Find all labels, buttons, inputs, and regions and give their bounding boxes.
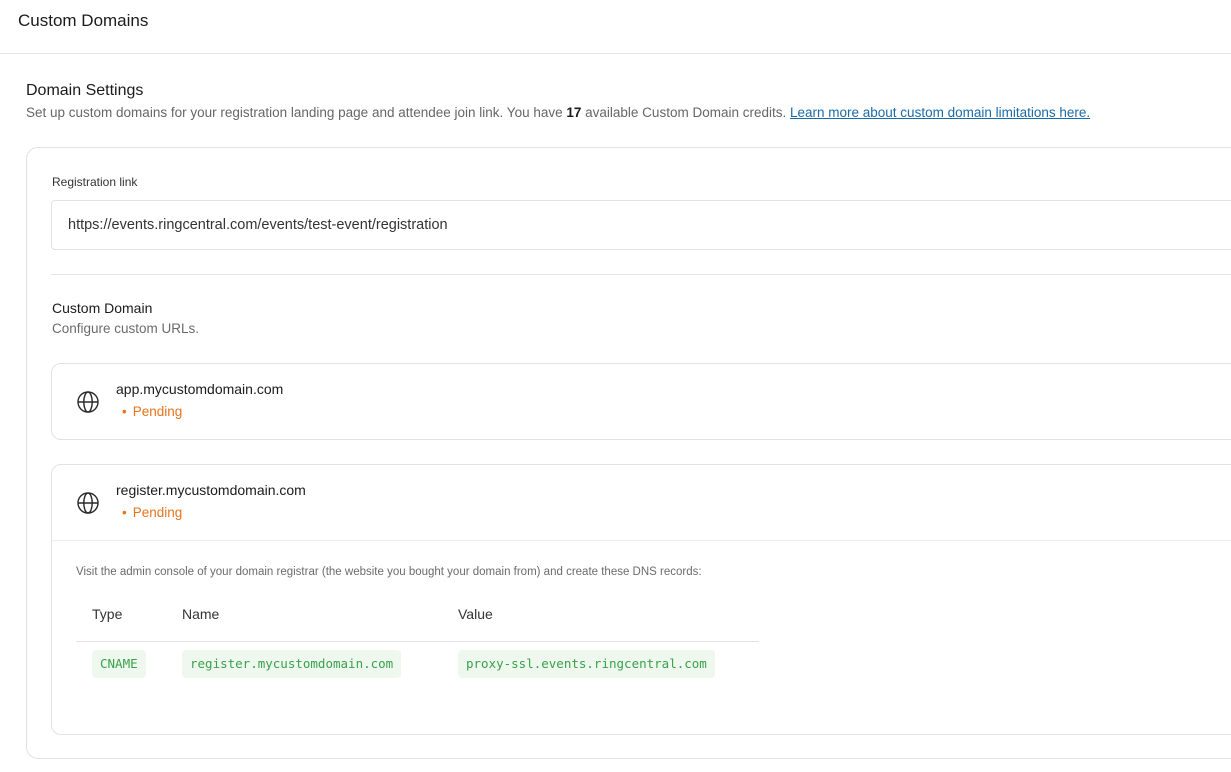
column-header-name: Name bbox=[182, 606, 220, 622]
description-text-2: available Custom Domain credits. bbox=[581, 105, 790, 120]
status-text: Pending bbox=[132, 404, 183, 419]
divider bbox=[51, 274, 1231, 275]
status-dot: • bbox=[122, 404, 127, 419]
domain-name: app.mycustomdomain.com bbox=[116, 381, 284, 397]
domain-name: register.mycustomdomain.com bbox=[116, 482, 306, 498]
globe-icon bbox=[77, 391, 99, 413]
dns-name-cell[interactable]: register.mycustomdomain.com bbox=[182, 650, 402, 678]
dns-type-cell[interactable]: CNAME bbox=[92, 650, 146, 678]
registration-link-label: Registration link bbox=[52, 175, 138, 189]
domain-settings-card: Registration link Custom Domain Configur… bbox=[26, 147, 1231, 759]
status-badge: • Pending bbox=[122, 404, 182, 419]
learn-more-link[interactable]: Learn more about custom domain limitatio… bbox=[790, 105, 1090, 120]
status-dot: • bbox=[122, 505, 127, 520]
description-text: Set up custom domains for your registrat… bbox=[26, 105, 567, 120]
status-badge: • Pending bbox=[122, 505, 182, 520]
column-header-value: Value bbox=[458, 606, 493, 622]
page-title: Custom Domains bbox=[18, 11, 149, 30]
table-divider bbox=[76, 641, 759, 642]
top-bar: Custom Domains bbox=[0, 0, 1231, 54]
custom-domain-title: Custom Domain bbox=[52, 300, 153, 316]
section-title: Domain Settings bbox=[26, 82, 144, 99]
registration-link-input[interactable] bbox=[51, 200, 1231, 250]
dns-records-panel: Visit the admin console of your domain r… bbox=[52, 540, 1231, 735]
column-header-type: Type bbox=[92, 606, 123, 622]
custom-domain-subtitle: Configure custom URLs. bbox=[52, 321, 200, 336]
dns-instructions: Visit the admin console of your domain r… bbox=[76, 566, 702, 578]
globe-icon bbox=[77, 492, 99, 514]
dns-value-cell[interactable]: proxy-ssl.events.ringcentral.com bbox=[458, 650, 715, 678]
status-text: Pending bbox=[132, 505, 183, 520]
domain-card-app[interactable]: app.mycustomdomain.com • Pending bbox=[51, 363, 1231, 440]
section-description: Set up custom domains for your registrat… bbox=[26, 105, 1090, 120]
credits-count: 17 bbox=[566, 105, 582, 120]
domain-card-register[interactable]: register.mycustomdomain.com • Pending Vis… bbox=[51, 464, 1231, 735]
